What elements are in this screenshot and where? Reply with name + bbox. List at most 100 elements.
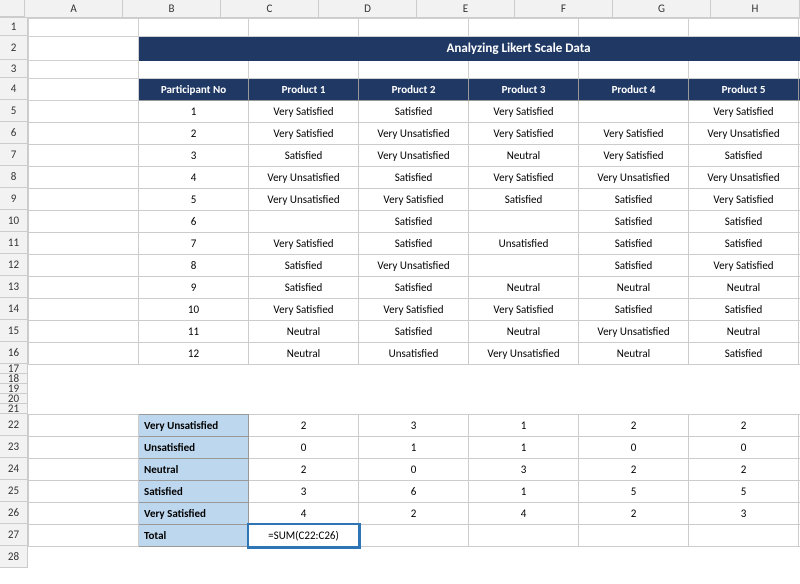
cell-r3-p2: Very Unsatisfied bbox=[359, 145, 469, 167]
cell-r1-p5: Very Satisfied bbox=[689, 101, 799, 123]
cell-r10-p2: Very Satisfied bbox=[359, 299, 469, 321]
header-product2: Product 2 bbox=[359, 79, 469, 101]
summary-val-un-f: 0 bbox=[579, 437, 689, 459]
table-header-row: Participant No Product 1 Product 2 Produ… bbox=[29, 79, 800, 101]
summary-label-un: Unsatisfied bbox=[139, 437, 249, 459]
cell-r5-p4: Satisfied bbox=[579, 189, 689, 211]
col-g-header: G bbox=[613, 0, 711, 17]
row-28 bbox=[29, 547, 800, 569]
cell-r10-no: 10 bbox=[139, 299, 249, 321]
row-1: 1 bbox=[0, 18, 28, 36]
cell-r2-p1: Very Satisfied bbox=[249, 123, 359, 145]
summary-val-sat-e: 1 bbox=[469, 481, 579, 503]
cell-r10-p5: Satisfied bbox=[689, 299, 799, 321]
col-f-header: F bbox=[515, 0, 613, 17]
cell-r3-p1: Satisfied bbox=[249, 145, 359, 167]
cell-r1-p4 bbox=[579, 101, 689, 123]
cell-r5-no: 5 bbox=[139, 189, 249, 211]
spacer-row bbox=[29, 385, 800, 395]
summary-val-un-c: 0 bbox=[249, 437, 359, 459]
row-8: 8 bbox=[0, 166, 28, 188]
row-28: 28 bbox=[0, 546, 28, 568]
cell-r9-p3: Neutral bbox=[469, 277, 579, 299]
summary-val-sat-d: 6 bbox=[359, 481, 469, 503]
cell-r8-p3 bbox=[469, 255, 579, 277]
table-row: 11 Neutral Satisfied Neutral Very Unsati… bbox=[29, 321, 800, 343]
row-1 bbox=[29, 19, 800, 37]
row-9: 9 bbox=[0, 188, 28, 210]
cell-r5-p3: Satisfied bbox=[469, 189, 579, 211]
table-row: 3 Satisfied Very Unsatisfied Neutral Ver… bbox=[29, 145, 800, 167]
cell-r1-p3: Very Satisfied bbox=[469, 101, 579, 123]
table-row: 5 Very Unsatisfied Very Satisfied Satisf… bbox=[29, 189, 800, 211]
cell-r12-p3: Very Unsatisfied bbox=[469, 343, 579, 365]
spreadsheet-title: Analyzing Likert Scale Data bbox=[139, 37, 800, 61]
row-headers: 1 2 3 4 5 6 7 8 9 10 11 12 13 14 15 16 1… bbox=[0, 18, 28, 569]
summary-val-un-d: 1 bbox=[359, 437, 469, 459]
cell-r11-p2: Satisfied bbox=[359, 321, 469, 343]
cell-r1-p2: Satisfied bbox=[359, 101, 469, 123]
row-15: 15 bbox=[0, 320, 28, 342]
cell-r7-p4: Satisfied bbox=[579, 233, 689, 255]
row-2: 2 bbox=[0, 36, 28, 60]
cell-r11-no: 11 bbox=[139, 321, 249, 343]
summary-row-total: Total =SUM(C22:C26) bbox=[29, 525, 800, 547]
cell-r6-p2: Satisfied bbox=[359, 211, 469, 233]
summary-total-d bbox=[359, 525, 469, 547]
cell-r3-p3: Neutral bbox=[469, 145, 579, 167]
summary-label-vun: Very Unsatisfied bbox=[139, 415, 249, 437]
cell-r9-p2: Satisfied bbox=[359, 277, 469, 299]
row-27: 27 bbox=[0, 524, 28, 546]
summary-formula-cell[interactable]: =SUM(C22:C26) bbox=[249, 525, 359, 547]
cell-r12-p4: Neutral bbox=[579, 343, 689, 365]
cell-r2-no: 2 bbox=[139, 123, 249, 145]
row-12: 12 bbox=[0, 254, 28, 276]
cell-r7-no: 7 bbox=[139, 233, 249, 255]
cell-r4-no: 4 bbox=[139, 167, 249, 189]
col-h-header: H bbox=[711, 0, 800, 17]
spreadsheet: A B C D E F G H 1 2 3 4 5 6 7 8 9 10 11 … bbox=[0, 0, 800, 584]
summary-label-satisfied: Satisfied bbox=[139, 481, 249, 503]
summary-row-very-satisfied: Very Satisfied 4 2 4 2 3 2 bbox=[29, 503, 800, 525]
row-13: 13 bbox=[0, 276, 28, 298]
summary-val-vsat-f: 2 bbox=[579, 503, 689, 525]
cell-r1-p1: Very Satisfied bbox=[249, 101, 359, 123]
cell-r10-p3: Very Satisfied bbox=[469, 299, 579, 321]
table-row: 6 Satisfied Satisfied Satisfied Satisfie… bbox=[29, 211, 800, 233]
cell-r6-p1 bbox=[249, 211, 359, 233]
summary-val-vsat-e: 4 bbox=[469, 503, 579, 525]
summary-val-neutral-d: 0 bbox=[359, 459, 469, 481]
cell-r9-p5: Neutral bbox=[689, 277, 799, 299]
col-c-header: C bbox=[221, 0, 319, 17]
spacer-row bbox=[29, 375, 800, 385]
table-row: 9 Satisfied Satisfied Neutral Neutral Ne… bbox=[29, 277, 800, 299]
col-a-header: A bbox=[25, 0, 123, 17]
cell-r10-p4: Satisfied bbox=[579, 299, 689, 321]
row-26: 26 bbox=[0, 502, 28, 524]
cell-r6-p3 bbox=[469, 211, 579, 233]
table-row: 7 Very Satisfied Satisfied Unsatisfied S… bbox=[29, 233, 800, 255]
row-14: 14 bbox=[0, 298, 28, 320]
summary-val-neutral-g: 2 bbox=[689, 459, 799, 481]
cell-r6-p4: Satisfied bbox=[579, 211, 689, 233]
summary-row-unsatisfied: Unsatisfied 0 1 1 0 0 2 bbox=[29, 437, 800, 459]
table-row: 8 Satisfied Very Unsatisfied Satisfied V… bbox=[29, 255, 800, 277]
row-25: 25 bbox=[0, 480, 28, 502]
cell-r7-p2: Satisfied bbox=[359, 233, 469, 255]
cell-r11-p4: Very Unsatisfied bbox=[579, 321, 689, 343]
cell-r5-p5: Very Satisfied bbox=[689, 189, 799, 211]
row-16: 16 bbox=[0, 342, 28, 364]
summary-row-neutral: Neutral 2 0 3 2 2 2 bbox=[29, 459, 800, 481]
cell-r12-p5: Satisfied bbox=[689, 343, 799, 365]
summary-val-vun-g: 2 bbox=[689, 415, 799, 437]
cell-r6-p5: Satisfied bbox=[689, 211, 799, 233]
cell-r7-p3: Unsatisfied bbox=[469, 233, 579, 255]
table-row: 4 Very Unsatisfied Satisfied Very Satisf… bbox=[29, 167, 800, 189]
table-row: 2 Very Satisfied Very Unsatisfied Very S… bbox=[29, 123, 800, 145]
summary-val-vsat-g: 3 bbox=[689, 503, 799, 525]
header-product3: Product 3 bbox=[469, 79, 579, 101]
table-row: 10 Very Satisfied Very Satisfied Very Sa… bbox=[29, 299, 800, 321]
row-3 bbox=[29, 61, 800, 79]
cell-r8-p1: Satisfied bbox=[249, 255, 359, 277]
summary-row-satisfied: Satisfied 3 6 1 5 5 4 bbox=[29, 481, 800, 503]
